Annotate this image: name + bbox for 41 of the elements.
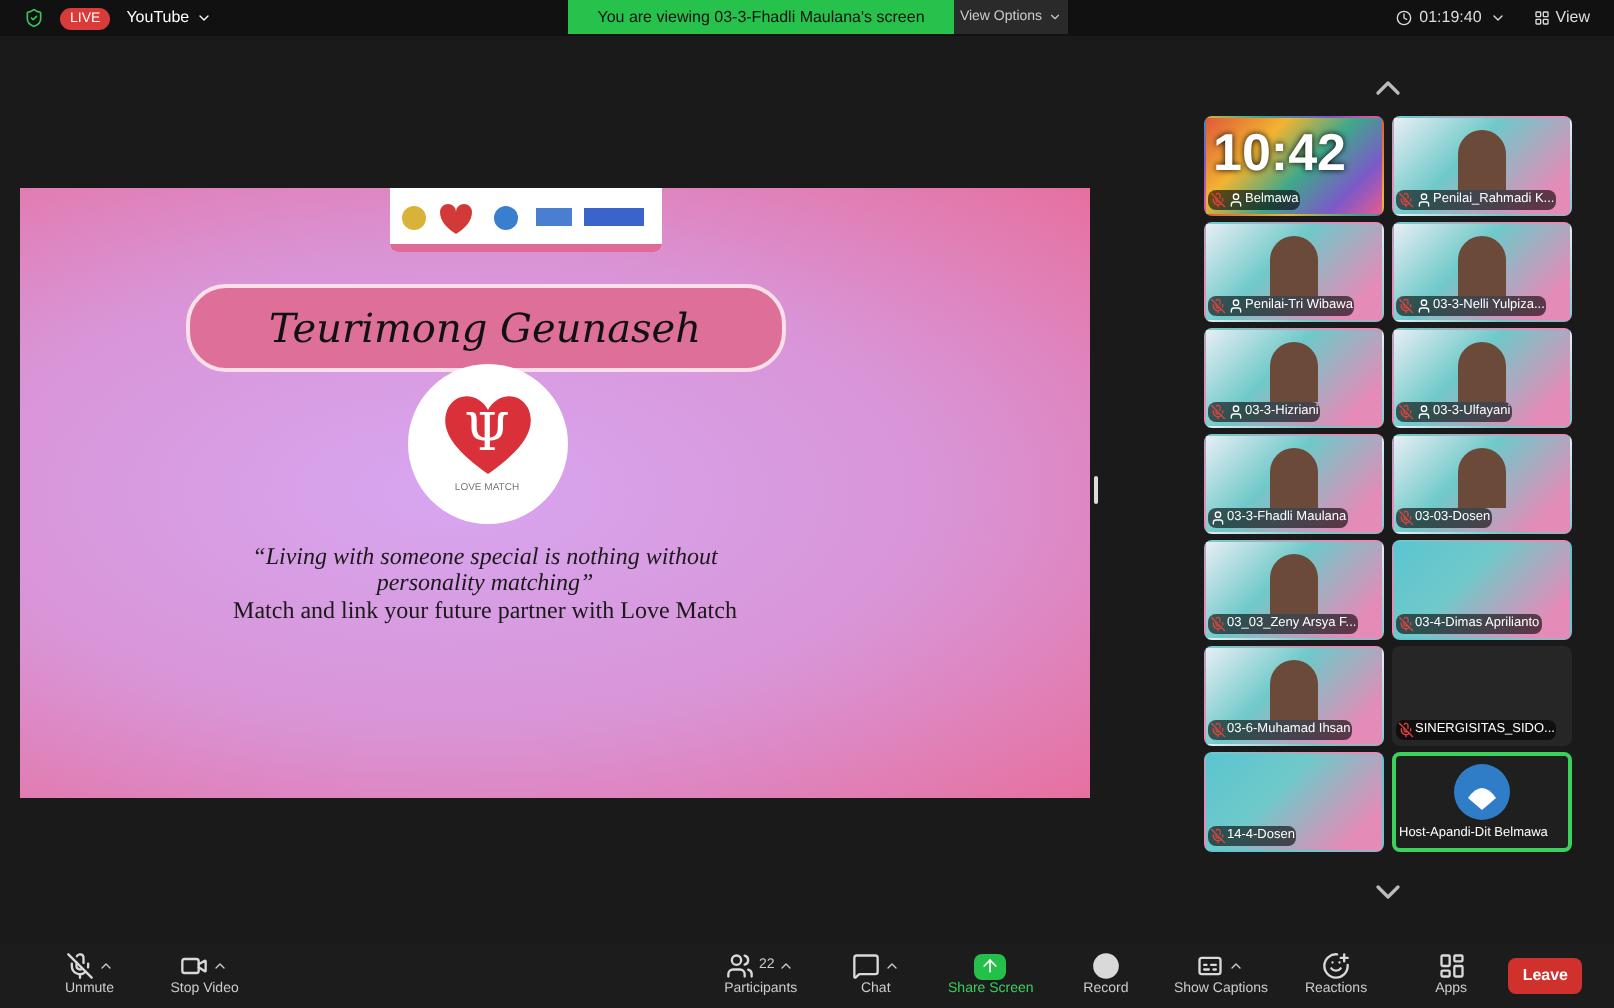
viewing-banner: You are viewing 03-3-Fhadli Maulana's screen: [568, 0, 954, 34]
security-shield-icon[interactable]: [24, 8, 44, 28]
grid-icon: [1533, 10, 1550, 26]
reactions-icon: [1322, 952, 1351, 980]
caret-icon[interactable]: [97, 958, 114, 974]
video-camera-icon: [180, 952, 209, 980]
logo-symbol: Ψ: [464, 404, 510, 465]
tagline-text: Match and link your future partner with Love Match: [233, 596, 737, 624]
person-silhouette: [1269, 554, 1317, 614]
caret-icon: [195, 10, 212, 26]
timer-icon: [1395, 10, 1412, 26]
person-silhouette: [1269, 342, 1317, 402]
leave-button[interactable]: Leave: [1508, 958, 1582, 994]
caret-icon[interactable]: [883, 958, 900, 974]
timer-caret-icon[interactable]: [1489, 10, 1506, 26]
quote-text: “Living with someone special is nothing without personality matching”: [250, 544, 720, 596]
person-silhouette: [1457, 130, 1505, 190]
title-banner: Teurimong Geunaseh: [185, 284, 785, 372]
person-silhouette: [1269, 448, 1317, 508]
participants-icon: [726, 952, 755, 980]
emblem-icon: [1451, 762, 1511, 822]
caret-icon[interactable]: [778, 958, 795, 974]
person-silhouette: [1457, 448, 1505, 508]
view-button[interactable]: View: [1533, 6, 1590, 30]
chat-icon: [851, 952, 880, 980]
share-screen-icon: [974, 953, 1007, 979]
person-silhouette: [1269, 660, 1317, 720]
resize-handle[interactable]: [1094, 476, 1098, 504]
caret-icon: [1048, 10, 1063, 24]
meeting-timer: 01:19:40: [1419, 6, 1482, 30]
captions-icon: [1196, 952, 1225, 980]
muted-mic-icon: [65, 952, 94, 980]
record-icon: [1091, 952, 1120, 980]
caret-icon[interactable]: [212, 958, 229, 974]
heart-icon: [439, 390, 535, 479]
person-silhouette: [1457, 342, 1505, 402]
stream-menu[interactable]: YouTube: [126, 6, 212, 30]
apps-icon: [1437, 952, 1466, 980]
person-silhouette: [1269, 236, 1317, 296]
person-silhouette: [1457, 236, 1505, 296]
caret-icon[interactable]: [1228, 958, 1245, 974]
